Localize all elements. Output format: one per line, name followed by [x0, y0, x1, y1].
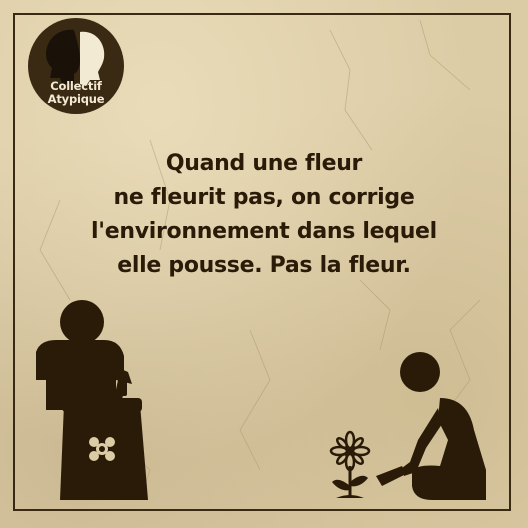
illustrations: [36, 300, 486, 500]
daisy-flower-icon: [329, 430, 371, 498]
poster: Collectif Atypique Quand une fleur ne fl…: [0, 0, 528, 528]
kneeling-gardener-icon: [376, 352, 486, 500]
person-with-soil-bag-icon: [36, 300, 148, 500]
